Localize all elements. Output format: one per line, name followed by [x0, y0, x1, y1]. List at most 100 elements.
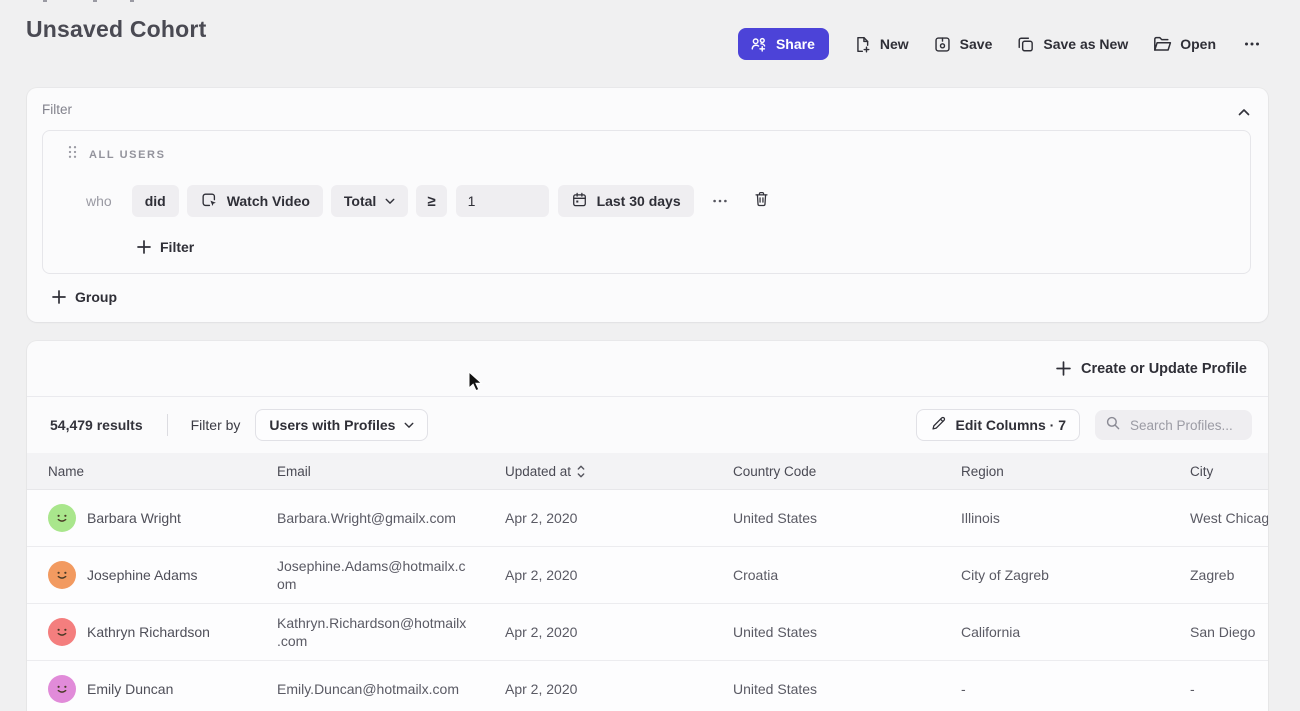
threshold-value-input[interactable]: 1 — [456, 185, 549, 217]
collapse-filter-button[interactable] — [1234, 100, 1254, 126]
profile-region: City of Zagreb — [961, 567, 1190, 583]
page-title: Unsaved Cohort — [26, 16, 206, 43]
profile-updated-at: Apr 2, 2020 — [505, 681, 733, 697]
column-header-updated-at[interactable]: Updated at — [505, 464, 733, 479]
plus-icon — [1056, 361, 1071, 376]
filter-panel-title: Filter — [42, 102, 72, 117]
search-profiles-input[interactable] — [1130, 418, 1240, 433]
kebab-horizontal-icon — [711, 194, 729, 208]
edit-columns-label: Edit Columns · 7 — [956, 417, 1066, 433]
profile-name: Emily Duncan — [87, 681, 173, 697]
avatar — [48, 561, 76, 589]
plus-icon — [137, 240, 151, 254]
delete-clause-button[interactable] — [751, 188, 772, 215]
new-button[interactable]: New — [853, 35, 909, 54]
profile-name: Kathryn Richardson — [87, 624, 210, 640]
avatar-face-icon — [52, 508, 72, 528]
cohort-builder-screen: Unsaved Cohort Share — [0, 0, 1300, 711]
profile-filter-dropdown[interactable]: Users with Profiles — [255, 409, 428, 441]
profile-name-cell: Josephine Adams — [48, 561, 277, 589]
cropped-top-artifact — [43, 0, 47, 2]
profile-country-code: Croatia — [733, 567, 961, 583]
results-panel: Create or Update Profile 54,479 results … — [27, 341, 1268, 711]
share-people-icon — [749, 35, 768, 54]
edit-columns-button[interactable]: Edit Columns · 7 — [916, 409, 1080, 441]
table-row[interactable]: Josephine Adams Josephine.Adams@hotmailx… — [27, 547, 1268, 604]
avatar — [48, 504, 76, 532]
new-button-label: New — [880, 36, 909, 52]
operator-label: ≥ — [427, 193, 435, 210]
profile-updated-at: Apr 2, 2020 — [505, 624, 733, 640]
profile-name-cell: Emily Duncan — [48, 675, 277, 703]
share-button[interactable]: Share — [738, 28, 829, 60]
threshold-value: 1 — [468, 193, 476, 209]
add-filter-button[interactable]: Filter — [137, 239, 194, 255]
save-button[interactable]: Save — [933, 35, 993, 54]
clause-more-options-button[interactable] — [707, 190, 733, 212]
date-range-label: Last 30 days — [597, 193, 681, 209]
table-header-row: Name Email Updated at Country Code Regio… — [27, 453, 1268, 490]
chevron-down-icon — [385, 198, 395, 205]
table-row[interactable]: Emily Duncan Emily.Duncan@hotmailx.com A… — [27, 661, 1268, 711]
table-row[interactable]: Kathryn Richardson Kathryn.Richardson@ho… — [27, 604, 1268, 661]
filter-clause-card: ALL USERS who did Watch Video — [42, 130, 1251, 274]
profile-country-code: United States — [733, 510, 961, 526]
profile-email: Barbara.Wright@gmailx.com — [277, 509, 477, 527]
create-or-update-profile-button[interactable]: Create or Update Profile — [1056, 361, 1247, 377]
profile-name: Josephine Adams — [87, 567, 198, 583]
save-icon — [933, 35, 952, 54]
profile-name-cell: Kathryn Richardson — [48, 618, 277, 646]
search-icon — [1105, 415, 1121, 436]
add-group-button[interactable]: Group — [52, 289, 117, 305]
date-range-selector[interactable]: Last 30 days — [558, 185, 694, 217]
event-selector[interactable]: Watch Video — [187, 185, 323, 217]
cohort-group-label: ALL USERS — [89, 149, 166, 161]
aggregation-selector[interactable]: Total — [331, 185, 408, 217]
profile-email: Emily.Duncan@hotmailx.com — [277, 680, 477, 698]
column-header-region[interactable]: Region — [961, 464, 1190, 479]
column-header-name[interactable]: Name — [48, 464, 277, 479]
filter-clause-row: who did Watch Video Total — [86, 185, 1250, 217]
did-selector[interactable]: did — [132, 185, 179, 217]
profile-country-code: United States — [733, 681, 961, 697]
filter-panel: Filter ALL USERS who did — [27, 88, 1268, 322]
share-button-label: Share — [776, 36, 815, 52]
profile-city: Zagreb — [1190, 567, 1268, 583]
folder-icon — [1152, 34, 1172, 54]
profile-name: Barbara Wright — [87, 510, 181, 526]
search-profiles-box — [1095, 410, 1252, 440]
column-header-email[interactable]: Email — [277, 464, 505, 479]
drag-handle-icon — [68, 145, 77, 159]
new-file-icon — [853, 35, 872, 54]
kebab-horizontal-icon — [1242, 34, 1262, 54]
aggregation-label: Total — [344, 193, 376, 209]
profile-email: Kathryn.Richardson@hotmailx.com — [277, 614, 477, 650]
copy-icon — [1016, 35, 1035, 54]
divider — [167, 414, 168, 436]
column-header-country-code[interactable]: Country Code — [733, 464, 961, 479]
calendar-icon — [571, 191, 588, 211]
operator-selector[interactable]: ≥ — [416, 185, 446, 217]
did-label: did — [145, 193, 166, 209]
profile-region: Illinois — [961, 510, 1190, 526]
avatar — [48, 618, 76, 646]
open-button-label: Open — [1180, 36, 1216, 52]
profile-name-cell: Barbara Wright — [48, 504, 277, 532]
save-as-new-button[interactable]: Save as New — [1016, 35, 1128, 54]
profile-filter-value: Users with Profiles — [269, 417, 395, 433]
chevron-up-icon — [1238, 108, 1250, 117]
pencil-icon — [930, 415, 947, 435]
profile-country-code: United States — [733, 624, 961, 640]
avatar-face-icon — [52, 622, 72, 642]
column-header-city[interactable]: City — [1190, 464, 1268, 479]
event-name-label: Watch Video — [227, 193, 310, 209]
add-group-label: Group — [75, 289, 117, 305]
drag-handle[interactable] — [68, 145, 77, 164]
table-row[interactable]: Barbara Wright Barbara.Wright@gmailx.com… — [27, 490, 1268, 547]
avatar-face-icon — [52, 679, 72, 699]
open-button[interactable]: Open — [1152, 34, 1216, 54]
cropped-top-artifact — [93, 0, 97, 2]
add-filter-label: Filter — [160, 239, 194, 255]
more-options-button[interactable] — [1240, 30, 1264, 58]
filter-by-label: Filter by — [191, 417, 241, 433]
